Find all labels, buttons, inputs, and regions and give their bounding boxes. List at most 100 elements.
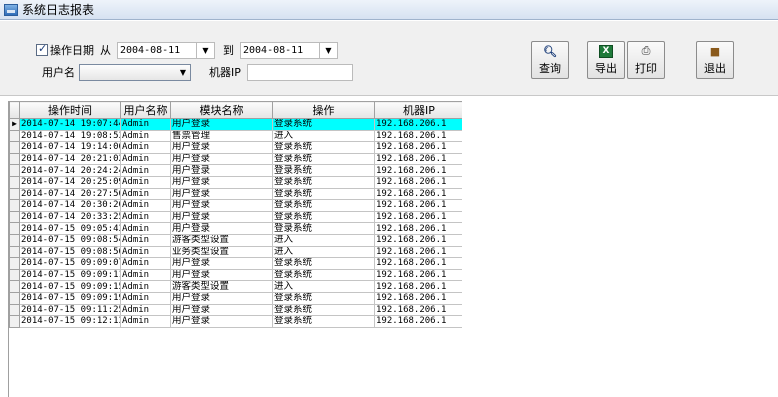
query-button[interactable]: 🔍︎ 查询 bbox=[531, 41, 569, 79]
module-cell: 售票管理 bbox=[170, 129, 273, 143]
ip-cell: 192.168.206.1 bbox=[374, 257, 462, 270]
username-select[interactable]: ▼ bbox=[79, 63, 191, 81]
time-cell: 2014-07-14 19:08:53 bbox=[19, 129, 121, 143]
exit-door-icon: ■ bbox=[709, 44, 721, 58]
module-cell: 用户登录 bbox=[170, 303, 273, 317]
row-indicator[interactable] bbox=[9, 257, 20, 270]
export-button[interactable]: X 导出 bbox=[587, 41, 625, 79]
date-filter-checkbox[interactable] bbox=[36, 42, 48, 56]
ip-label: 机器IP bbox=[209, 66, 241, 79]
table-row[interactable]: ▶ 2014-07-14 19:07:44 Admin 用户登录 登录系统 192.168… bbox=[9, 118, 462, 131]
action-cell: 登录系统 bbox=[272, 141, 375, 154]
table-row[interactable]: 2014-07-14 20:30:20 Admin 用户登录 登录系统 192.168.… bbox=[9, 199, 462, 212]
from-date-dropdown[interactable]: ▼ bbox=[197, 41, 215, 59]
time-cell: 2014-07-15 09:09:15 bbox=[19, 280, 121, 293]
row-indicator[interactable] bbox=[9, 268, 20, 282]
user-cell: Admin bbox=[120, 152, 171, 166]
action-cell: 登录系统 bbox=[272, 187, 375, 201]
to-date-field[interactable]: 2004-08-11 bbox=[240, 41, 320, 59]
table-row[interactable]: 2014-07-15 09:08:54 Admin 游客类型设置 进入 192.168.… bbox=[9, 233, 462, 247]
table-row[interactable]: 2014-07-15 09:11:25 Admin 用户登录 登录系统 192.168.… bbox=[9, 303, 462, 317]
time-cell: 2014-07-14 19:07:44 bbox=[19, 118, 121, 131]
action-cell: 进入 bbox=[272, 129, 375, 143]
row-indicator[interactable] bbox=[9, 210, 20, 224]
row-indicator[interactable] bbox=[9, 152, 20, 166]
time-cell: 2014-07-14 19:14:06 bbox=[19, 141, 121, 154]
time-cell: 2014-07-14 20:33:25 bbox=[19, 210, 121, 224]
to-date-dropdown[interactable]: ▼ bbox=[320, 41, 338, 59]
row-indicator[interactable] bbox=[9, 245, 20, 259]
table-row[interactable]: 2014-07-15 09:09:19 Admin 用户登录 登录系统 192.168.… bbox=[9, 291, 462, 305]
ip-cell: 192.168.206.1 bbox=[374, 152, 462, 166]
table-row[interactable]: 2014-07-14 20:27:56 Admin 用户登录 登录系统 192.168.… bbox=[9, 187, 462, 201]
exit-button-label: 退出 bbox=[704, 61, 726, 75]
row-indicator[interactable] bbox=[9, 280, 20, 293]
action-cell: 登录系统 bbox=[272, 222, 375, 235]
module-cell: 用户登录 bbox=[170, 152, 273, 166]
chevron-down-icon: ▼ bbox=[202, 45, 209, 55]
row-indicator[interactable] bbox=[9, 233, 20, 247]
table-row[interactable]: 2014-07-14 20:25:09 Admin 用户登录 登录系统 192.168.… bbox=[9, 175, 462, 189]
row-indicator[interactable] bbox=[9, 199, 20, 212]
table-row[interactable]: 2014-07-15 09:09:15 Admin 游客类型设置 进入 192.168.… bbox=[9, 280, 462, 293]
column-header[interactable]: 用户名称 bbox=[120, 101, 171, 119]
row-indicator[interactable] bbox=[9, 315, 20, 328]
table-row[interactable]: 2014-07-14 20:33:25 Admin 用户登录 登录系统 192.168.… bbox=[9, 210, 462, 224]
user-cell: Admin bbox=[120, 233, 171, 247]
time-cell: 2014-07-14 20:27:56 bbox=[19, 187, 121, 201]
from-date-field[interactable]: 2004-08-11 bbox=[117, 41, 197, 59]
table-row[interactable]: 2014-07-15 09:08:56 Admin 业务类型设置 进入 192.168.… bbox=[9, 245, 462, 259]
exit-button[interactable]: ■ 退出 bbox=[696, 41, 734, 79]
module-cell: 用户登录 bbox=[170, 141, 273, 154]
action-cell: 登录系统 bbox=[272, 303, 375, 317]
print-button[interactable]: ⎙ 打印 bbox=[627, 41, 665, 79]
table-row[interactable]: 2014-07-14 19:14:06 Admin 用户登录 登录系统 192.168.… bbox=[9, 141, 462, 154]
column-header[interactable]: 操作 bbox=[272, 101, 375, 119]
column-header[interactable]: 操作时间 bbox=[19, 101, 121, 119]
table-row[interactable]: 2014-07-15 09:09:07 Admin 用户登录 登录系统 192.168.… bbox=[9, 257, 462, 270]
action-cell: 登录系统 bbox=[272, 291, 375, 305]
chevron-down-icon: ▼ bbox=[179, 67, 186, 77]
row-indicator[interactable] bbox=[9, 175, 20, 189]
time-cell: 2014-07-14 20:25:09 bbox=[19, 175, 121, 189]
printer-icon: ⎙ bbox=[641, 44, 651, 57]
ip-cell: 192.168.206.1 bbox=[374, 315, 462, 328]
row-indicator[interactable] bbox=[9, 291, 20, 305]
ip-input[interactable] bbox=[246, 63, 353, 81]
column-header[interactable]: 机器IP bbox=[374, 101, 462, 119]
table-row[interactable]: 2014-07-14 20:24:24 Admin 用户登录 登录系统 192.168.… bbox=[9, 164, 462, 177]
action-cell: 登录系统 bbox=[272, 175, 375, 189]
row-indicator[interactable] bbox=[9, 141, 20, 154]
ip-cell: 192.168.206.1 bbox=[374, 129, 462, 143]
time-cell: 2014-07-15 09:12:13 bbox=[19, 315, 121, 328]
module-cell: 用户登录 bbox=[170, 164, 273, 177]
user-cell: Admin bbox=[120, 257, 171, 270]
row-indicator[interactable] bbox=[9, 164, 20, 177]
ip-cell: 192.168.206.1 bbox=[374, 118, 462, 131]
module-cell: 用户登录 bbox=[170, 291, 273, 305]
user-cell: Admin bbox=[120, 187, 171, 201]
table-row[interactable]: 2014-07-15 09:05:43 Admin 用户登录 登录系统 192.168.… bbox=[9, 222, 462, 235]
chevron-down-icon: ▼ bbox=[325, 45, 332, 55]
window-title: 系统日志报表 bbox=[22, 3, 95, 17]
action-cell: 登录系统 bbox=[272, 199, 375, 212]
row-indicator[interactable]: ▶ bbox=[9, 118, 20, 131]
module-cell: 用户登录 bbox=[170, 187, 273, 201]
table-row[interactable]: 2014-07-14 20:21:02 Admin 用户登录 登录系统 192.168.… bbox=[9, 152, 462, 166]
ip-cell: 192.168.206.1 bbox=[374, 291, 462, 305]
log-table[interactable]: 操作时间 用户名称 模块名称 操作 机器IP ▶ 2014-07-14 19:07… bbox=[8, 101, 462, 397]
module-cell: 游客类型设置 bbox=[170, 280, 273, 293]
row-indicator[interactable] bbox=[9, 129, 20, 143]
table-row[interactable]: 2014-07-15 09:12:13 Admin 用户登录 登录系统 192.168.… bbox=[9, 315, 462, 328]
table-row[interactable]: 2014-07-15 09:09:11 Admin 用户登录 登录系统 192.168.… bbox=[9, 268, 462, 282]
user-cell: Admin bbox=[120, 291, 171, 305]
row-indicator[interactable] bbox=[9, 187, 20, 201]
ip-cell: 192.168.206.1 bbox=[374, 268, 462, 282]
ip-cell: 192.168.206.1 bbox=[374, 233, 462, 247]
column-header[interactable]: 模块名称 bbox=[170, 101, 273, 119]
row-indicator[interactable] bbox=[9, 303, 20, 317]
action-cell: 登录系统 bbox=[272, 118, 375, 131]
table-row[interactable]: 2014-07-14 19:08:53 Admin 售票管理 进入 192.168.20… bbox=[9, 129, 462, 143]
username-label: 用户名 bbox=[42, 66, 75, 79]
row-indicator[interactable] bbox=[9, 222, 20, 235]
